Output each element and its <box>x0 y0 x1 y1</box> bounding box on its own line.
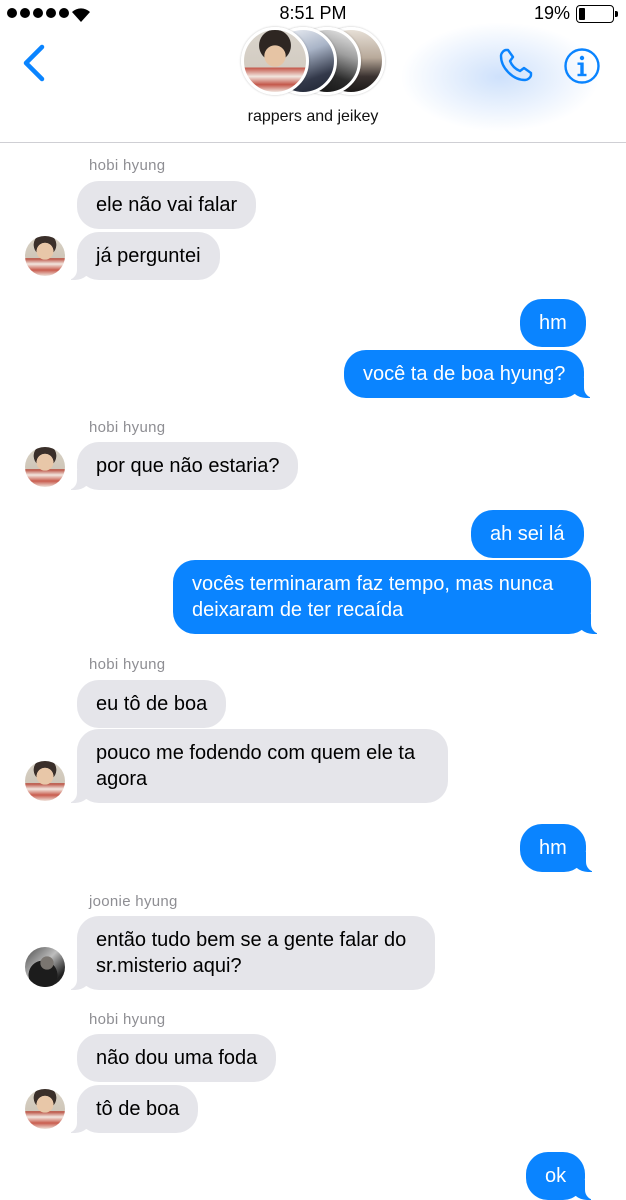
message-text-line: vocês terminaram faz tempo, mas nunca <box>192 573 554 595</box>
message-text-line: deixaram de ter recaída <box>192 599 404 621</box>
status-time: 8:51 PM <box>279 3 347 23</box>
sender-name: joonie hyung <box>89 893 178 910</box>
message-bubble[interactable]: eu tô de boa <box>77 680 227 728</box>
message-bubble[interactable]: vocês terminaram faz tempo, mas nunca de… <box>173 560 601 634</box>
message-text: por que não estaria? <box>96 455 280 477</box>
message-text: eu tô de boa <box>96 693 208 715</box>
message-text: não dou uma foda <box>96 1047 258 1069</box>
avatar[interactable] <box>25 236 65 276</box>
battery-level <box>579 8 585 20</box>
message-text-line: pouco me fodendo com quem ele ta <box>96 742 416 764</box>
sender-name: hobi hyung <box>89 419 166 436</box>
message-bubble[interactable]: ah sei lá <box>471 510 584 558</box>
info-icon[interactable] <box>563 47 601 85</box>
message-text: já perguntei <box>96 245 201 267</box>
message-bubble[interactable]: então tudo bem se a gente falar do sr.mi… <box>67 916 435 990</box>
message-bubble[interactable]: não dou uma foda <box>77 1034 277 1082</box>
avatar[interactable] <box>25 447 65 487</box>
group-avatars[interactable] <box>241 27 386 97</box>
message-bubble[interactable]: pouco me fodendo com quem ele ta agora <box>67 729 448 803</box>
message-text: hm <box>539 312 567 334</box>
message-bubble[interactable]: já perguntei <box>67 232 220 280</box>
message-text-line: então tudo bem se a gente falar do <box>96 929 407 951</box>
message-text: você ta de boa hyung? <box>363 363 566 385</box>
sender-name: hobi hyung <box>89 1011 166 1028</box>
message-bubble[interactable]: hm <box>520 299 586 347</box>
message-text-line: sr.misterio aqui? <box>96 955 242 977</box>
message-text: hm <box>539 837 567 859</box>
message-bubble[interactable]: você ta de boa hyung? <box>344 350 595 398</box>
sender-name: hobi hyung <box>89 656 166 673</box>
battery-icon <box>576 5 618 23</box>
message-bubble[interactable]: tô de boa <box>66 1085 199 1133</box>
message-text: ah sei lá <box>490 523 565 545</box>
avatar[interactable] <box>25 761 65 801</box>
message-bubble[interactable]: hm <box>520 824 596 872</box>
chevron-left-icon[interactable] <box>20 43 50 83</box>
message-text: ok <box>545 1165 567 1187</box>
group-title[interactable]: rappers and jeikey <box>0 108 626 126</box>
status-bar: 8:51 PM 19% <box>0 0 626 28</box>
sender-name: hobi hyung <box>89 157 166 174</box>
message-text: ele não vai falar <box>96 194 238 216</box>
phone-icon[interactable] <box>497 46 535 84</box>
avatar[interactable] <box>25 947 65 987</box>
message-bubble[interactable]: por que não estaria? <box>66 442 299 490</box>
battery-percent: 19% <box>533 3 570 23</box>
avatar <box>241 27 309 95</box>
message-bubble[interactable]: ele não vai falar <box>77 181 257 229</box>
message-bubble[interactable]: ok <box>526 1152 596 1200</box>
message-text-line: agora <box>96 768 148 790</box>
message-text: tô de boa <box>96 1098 180 1120</box>
avatar[interactable] <box>25 1089 65 1129</box>
